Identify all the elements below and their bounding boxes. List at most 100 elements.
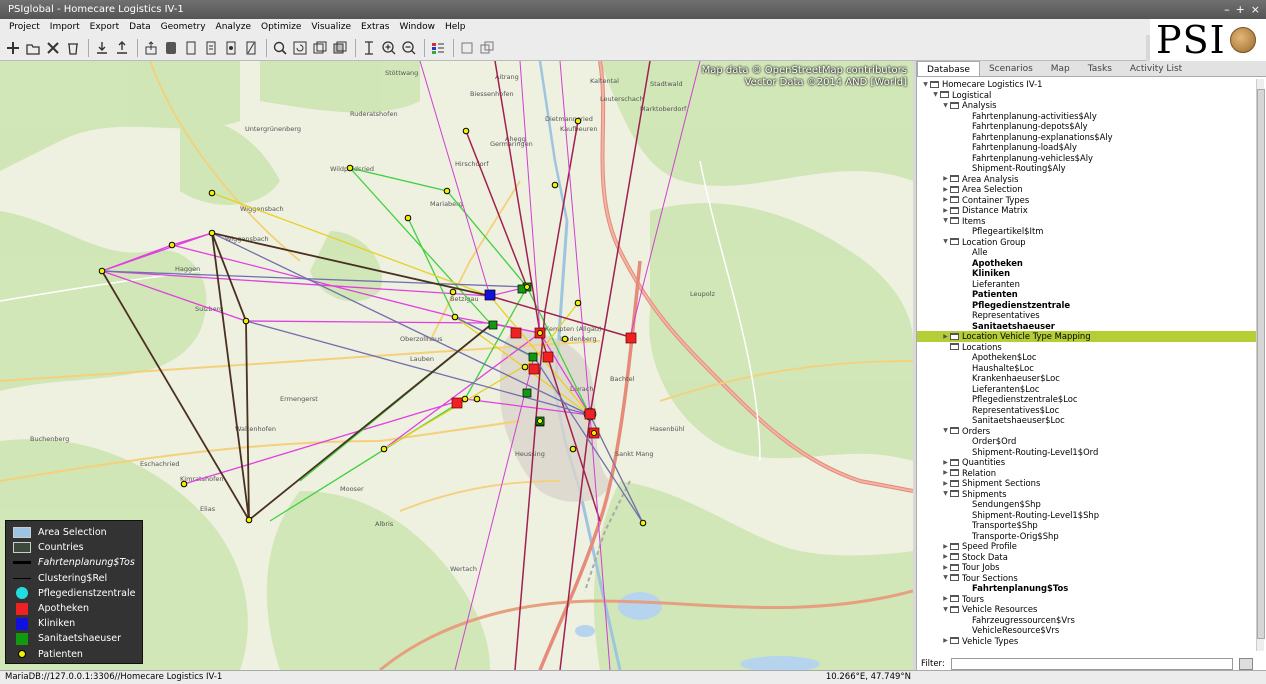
tree-node[interactable]: Kliniken: [917, 268, 1257, 279]
tree-node[interactable]: ▶ Distance Matrix: [917, 205, 1257, 216]
patient-marker[interactable]: [168, 241, 176, 249]
import-icon[interactable]: [93, 39, 111, 57]
tree-node[interactable]: Transporte-Orig$Shp: [917, 531, 1257, 542]
patient-marker[interactable]: [639, 519, 647, 527]
patient-marker[interactable]: [521, 363, 529, 371]
collapse-arrow-icon[interactable]: ▼: [941, 574, 950, 581]
tree-node[interactable]: ▶ Area Selection: [917, 184, 1257, 195]
tree-node[interactable]: ▼ Shipments: [917, 489, 1257, 500]
patient-marker[interactable]: [346, 164, 354, 172]
menu-import[interactable]: Import: [45, 19, 85, 35]
tree-node[interactable]: ▼ Tour Sections: [917, 573, 1257, 584]
tree-node[interactable]: Order$Ord: [917, 436, 1257, 447]
collapse-arrow-icon[interactable]: ▼: [941, 490, 950, 497]
tree-node[interactable]: Representatives$Loc: [917, 405, 1257, 416]
refresh-icon[interactable]: [291, 39, 309, 57]
expand-arrow-icon[interactable]: ▶: [941, 553, 950, 560]
zoom-in-icon[interactable]: [380, 39, 398, 57]
menu-analyze[interactable]: Analyze: [211, 19, 256, 35]
delete-icon[interactable]: [44, 39, 62, 57]
apotheke-marker[interactable]: [625, 332, 637, 344]
menu-window[interactable]: Window: [394, 19, 440, 35]
menu-export[interactable]: Export: [85, 19, 124, 35]
patient-marker[interactable]: [208, 229, 216, 237]
map-layers-icon[interactable]: [331, 39, 349, 57]
patient-marker[interactable]: [208, 189, 216, 197]
database-icon[interactable]: [162, 39, 180, 57]
patient-marker[interactable]: [537, 330, 543, 336]
tree-node[interactable]: ▼ Analysis: [917, 100, 1257, 111]
tree-node[interactable]: ▶ Location Vehicle Type Mapping: [917, 331, 1257, 342]
tree-node[interactable]: Pflegeartikel$Itm: [917, 226, 1257, 237]
fit-width-icon[interactable]: [360, 39, 378, 57]
expand-arrow-icon[interactable]: ▶: [941, 459, 950, 466]
tree-node[interactable]: Pflegedienstzentrale$Loc: [917, 394, 1257, 405]
expand-arrow-icon[interactable]: ▶: [941, 595, 950, 602]
maximize-icon[interactable]: +: [1236, 0, 1245, 19]
tab-tasks[interactable]: Tasks: [1079, 61, 1121, 76]
apotheke-marker[interactable]: [584, 408, 596, 420]
tree-node[interactable]: ▶ Speed Profile: [917, 541, 1257, 552]
map-view[interactable]: Stöttwang Aitrang Kaltental Stadtwald Biesse…: [0, 61, 913, 670]
sanitaetshaus-marker[interactable]: [522, 388, 532, 398]
patient-marker[interactable]: [451, 313, 459, 321]
cascade-icon[interactable]: [478, 39, 496, 57]
document-icon-2[interactable]: [202, 39, 220, 57]
tree-node[interactable]: Sanitaetshaeuser: [917, 321, 1257, 332]
expand-arrow-icon[interactable]: ▶: [941, 196, 950, 203]
collapse-arrow-icon[interactable]: ▼: [921, 81, 930, 88]
search-icon[interactable]: [271, 39, 289, 57]
patient-marker[interactable]: [591, 430, 597, 436]
tree-scrollbar[interactable]: [1256, 79, 1265, 651]
tree-node[interactable]: Fahrtenplanung-vehicles$Aly: [917, 153, 1257, 164]
apotheke-marker[interactable]: [451, 397, 463, 409]
open-folder-icon[interactable]: [24, 39, 42, 57]
menu-visualize[interactable]: Visualize: [306, 19, 356, 35]
tree-node[interactable]: ▶ Quantities: [917, 457, 1257, 468]
legend-icon[interactable]: [429, 39, 447, 57]
tree-node[interactable]: Apotheken: [917, 258, 1257, 269]
tree-node[interactable]: Shipment-Routing-Level1$Ord: [917, 447, 1257, 458]
expand-arrow-icon[interactable]: ▶: [941, 175, 950, 182]
tree-node[interactable]: Pflegedienstzentrale: [917, 300, 1257, 311]
tree-node[interactable]: Apotheken$Loc: [917, 352, 1257, 363]
tree-node[interactable]: ▼ Orders: [917, 426, 1257, 437]
tree-node[interactable]: Shipment-Routing-Level1$Shp: [917, 510, 1257, 521]
tree-node[interactable]: ▼ Items: [917, 216, 1257, 227]
tree-node[interactable]: Fahrtenplanung-depots$Aly: [917, 121, 1257, 132]
patient-marker[interactable]: [242, 317, 250, 325]
expand-arrow-icon[interactable]: ▶: [941, 333, 950, 340]
patient-marker[interactable]: [569, 445, 577, 453]
tree-node[interactable]: Sanitaetshaeuser$Loc: [917, 415, 1257, 426]
patient-marker[interactable]: [537, 418, 543, 424]
tree-node[interactable]: Fahrzeugressourcen$Vrs: [917, 615, 1257, 626]
tree-node[interactable]: Fahrtenplanung-explanations$Aly: [917, 132, 1257, 143]
patient-marker[interactable]: [574, 299, 582, 307]
patient-marker[interactable]: [551, 181, 559, 189]
tree-node[interactable]: VehicleResource$Vrs: [917, 625, 1257, 636]
collapse-arrow-icon[interactable]: ▼: [931, 91, 940, 98]
patient-marker[interactable]: [443, 187, 451, 195]
patient-marker[interactable]: [380, 445, 388, 453]
upload-icon[interactable]: [142, 39, 160, 57]
tree-node[interactable]: Patienten: [917, 289, 1257, 300]
sanitaetshaus-marker[interactable]: [488, 320, 498, 330]
menu-project[interactable]: Project: [4, 19, 45, 35]
expand-arrow-icon[interactable]: ▶: [941, 480, 950, 487]
tree-node[interactable]: Fahrtenplanung-activities$Aly: [917, 111, 1257, 122]
patient-marker[interactable]: [404, 214, 412, 222]
expand-arrow-icon[interactable]: ▶: [941, 469, 950, 476]
patient-marker[interactable]: [524, 284, 530, 290]
patient-marker[interactable]: [561, 335, 569, 343]
tree-node[interactable]: Shipment-Routing$Aly: [917, 163, 1257, 174]
patient-marker[interactable]: [574, 117, 582, 125]
tree-node[interactable]: Transporte$Shp: [917, 520, 1257, 531]
menu-data[interactable]: Data: [124, 19, 156, 35]
menu-extras[interactable]: Extras: [356, 19, 394, 35]
tab-database[interactable]: Database: [917, 61, 980, 76]
expand-arrow-icon[interactable]: ▶: [941, 207, 950, 214]
sanitaetshaus-marker[interactable]: [528, 352, 538, 362]
klinik-marker[interactable]: [484, 289, 496, 301]
menu-help[interactable]: Help: [440, 19, 471, 35]
document-icon-4[interactable]: [242, 39, 260, 57]
